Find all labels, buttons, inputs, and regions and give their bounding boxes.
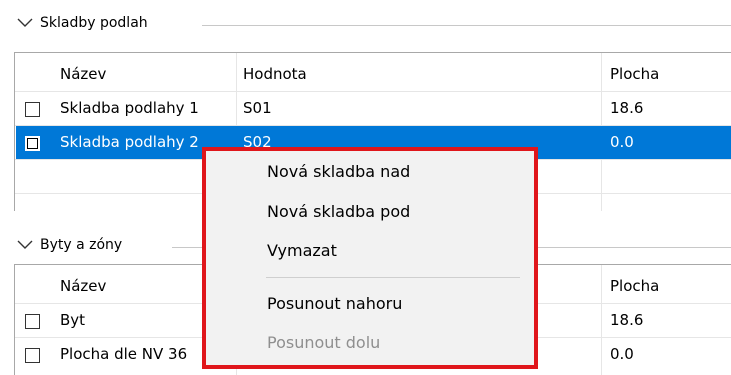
- row-checkbox[interactable]: [25, 348, 40, 363]
- column-header-area[interactable]: Plocha: [610, 65, 659, 83]
- menu-item-new-above[interactable]: Nová skladba nad: [267, 162, 410, 181]
- row-value: S01: [243, 99, 272, 117]
- chevron-down-icon[interactable]: [15, 13, 35, 33]
- context-menu: Nová skladba nad Nová skladba pod Vymaza…: [202, 147, 538, 369]
- table-row[interactable]: Skladba podlahy 1 S01 18.6: [15, 91, 731, 125]
- row-checkbox[interactable]: [25, 102, 40, 117]
- row-area: 0.0: [610, 133, 634, 151]
- column-header-value[interactable]: Hodnota: [243, 65, 307, 83]
- floors-group-header[interactable]: Skladby podlah: [0, 0, 731, 34]
- group-divider: [202, 25, 731, 26]
- menu-item-new-below[interactable]: Nová skladba pod: [267, 202, 410, 221]
- row-name: Byt: [60, 311, 86, 329]
- column-header-area[interactable]: Plocha: [610, 277, 659, 295]
- row-area: 0.0: [610, 345, 634, 363]
- floors-group-title: Skladby podlah: [40, 15, 148, 31]
- row-area: 18.6: [610, 311, 644, 329]
- zones-group-title: Byty a zóny: [40, 237, 123, 253]
- context-menu-body: Nová skladba nad Nová skladba pod Vymaza…: [208, 153, 532, 363]
- menu-item-delete[interactable]: Vymazat: [267, 241, 337, 260]
- row-name: Plocha dle NV 36: [60, 345, 188, 363]
- column-header-name[interactable]: Název: [60, 65, 106, 83]
- row-name: Skladba podlahy 2: [60, 133, 199, 151]
- menu-separator: [266, 277, 520, 278]
- menu-item-move-down: Posunout dolu: [267, 333, 381, 352]
- menu-item-move-up[interactable]: Posunout nahoru: [267, 294, 402, 313]
- row-area: 18.6: [610, 99, 644, 117]
- column-header-name[interactable]: Název: [60, 277, 106, 295]
- row-checkbox[interactable]: [25, 136, 40, 151]
- row-name: Skladba podlahy 1: [60, 99, 199, 117]
- chevron-down-icon[interactable]: [15, 235, 35, 255]
- row-checkbox[interactable]: [25, 314, 40, 329]
